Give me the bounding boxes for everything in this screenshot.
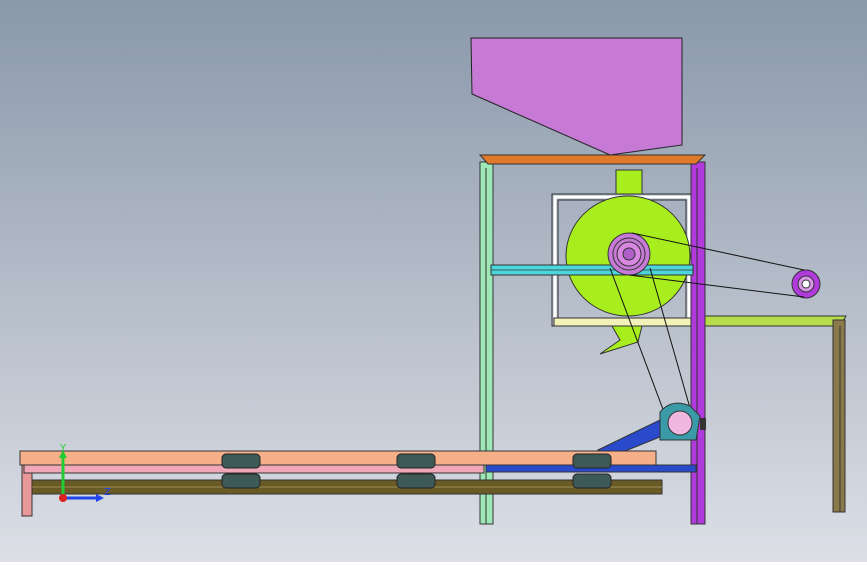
triad-z-label: Z: [104, 487, 111, 498]
cad-viewport[interactable]: Y Z: [0, 0, 867, 562]
top-beam: [478, 154, 707, 165]
drum-pulley: [607, 232, 651, 276]
machine-drawing: Y Z: [0, 0, 867, 562]
hopper-neck: [615, 169, 643, 195]
cross-beam: [490, 264, 694, 276]
idler-pulley: [791, 269, 821, 299]
triad-y-label: Y: [59, 443, 67, 454]
